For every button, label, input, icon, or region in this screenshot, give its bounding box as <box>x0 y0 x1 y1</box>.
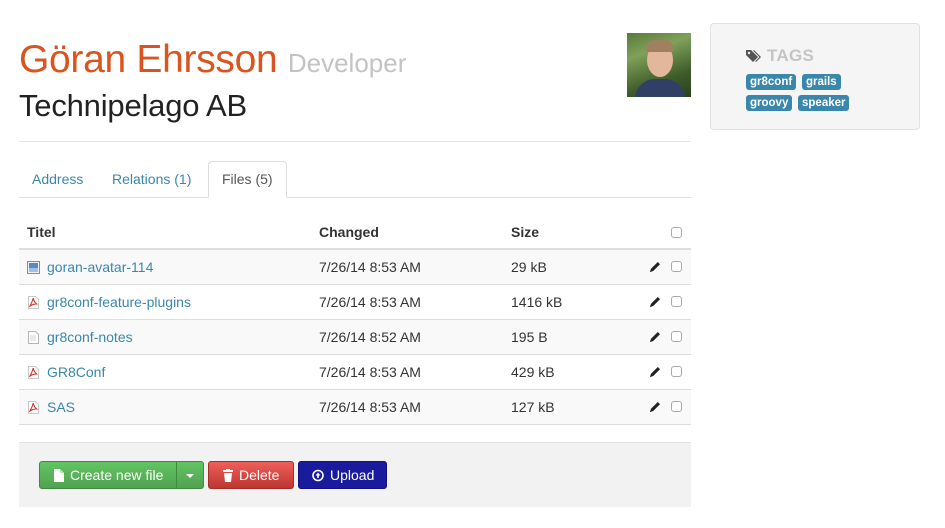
file-changed: 7/26/14 8:52 AM <box>319 329 421 345</box>
file-changed: 7/26/14 8:53 AM <box>319 294 421 310</box>
pencil-icon[interactable] <box>647 329 663 345</box>
delete-button[interactable]: Delete <box>208 461 294 489</box>
tags-icon <box>746 50 761 62</box>
column-header-size: Size <box>511 224 540 240</box>
person-role: Developer <box>287 48 407 78</box>
tag-gr8conf[interactable]: gr8conf <box>746 74 797 90</box>
file-link[interactable]: gr8conf-notes <box>47 329 133 345</box>
file-size: 127 kB <box>511 399 555 415</box>
file-size: 429 kB <box>511 364 555 380</box>
tags-heading: TAGS <box>767 46 815 65</box>
tab-address[interactable]: Address <box>19 161 96 197</box>
table-body: goran-avatar-114 7/26/14 8:53 AM 29 kB gr8c… <box>19 250 691 425</box>
pdf-file-icon <box>28 401 39 414</box>
tag-speaker[interactable]: speaker <box>798 95 850 111</box>
pencil-icon[interactable] <box>647 259 663 275</box>
row-checkbox[interactable] <box>671 401 682 412</box>
caret-down-icon <box>186 474 194 478</box>
person-name: Göran Ehrsson <box>19 38 278 81</box>
column-header-title: Titel <box>27 224 56 240</box>
trash-icon <box>223 469 233 482</box>
row-checkbox[interactable] <box>671 366 682 377</box>
divider <box>19 141 691 142</box>
table-row: GR8Conf 7/26/14 8:53 AM 429 kB <box>19 355 691 390</box>
select-all-checkbox[interactable] <box>671 227 682 238</box>
company-name: Technipelago AB <box>19 88 247 123</box>
file-changed: 7/26/14 8:53 AM <box>319 399 421 415</box>
file-size: 1416 kB <box>511 294 563 310</box>
create-dropdown-toggle[interactable] <box>176 462 203 488</box>
tab-files[interactable]: Files (5) <box>208 161 287 198</box>
tag-grails[interactable]: grails <box>802 74 841 90</box>
table-row: SAS 7/26/14 8:53 AM 127 kB <box>19 390 691 425</box>
image-file-icon <box>27 261 40 274</box>
profile-heading: Göran Ehrsson Developer <box>19 38 406 82</box>
file-link[interactable]: gr8conf-feature-plugins <box>47 294 191 310</box>
file-changed: 7/26/14 8:53 AM <box>319 259 421 275</box>
row-checkbox[interactable] <box>671 331 682 342</box>
tab-bar: Address Relations (1) Files (5) <box>19 161 691 198</box>
file-title-cell: gr8conf-notes <box>27 320 133 354</box>
column-header-changed: Changed <box>319 224 379 240</box>
delete-label: Delete <box>239 467 280 483</box>
upload-button[interactable]: Upload <box>298 461 387 489</box>
table-header: Titel Changed Size <box>19 214 691 250</box>
tag-groovy[interactable]: groovy <box>746 95 793 111</box>
pencil-icon[interactable] <box>647 364 663 380</box>
file-title-cell: SAS <box>27 390 75 424</box>
upload-label: Upload <box>330 467 375 483</box>
file-link[interactable]: SAS <box>47 399 75 415</box>
file-changed: 7/26/14 8:53 AM <box>319 364 421 380</box>
table-row: gr8conf-notes 7/26/14 8:52 AM 195 B <box>19 320 691 355</box>
avatar <box>627 33 691 97</box>
files-table: Titel Changed Size goran-avatar-114 7/26/… <box>19 214 691 425</box>
file-title-cell: gr8conf-feature-plugins <box>27 285 191 319</box>
text-file-icon <box>28 331 39 344</box>
pdf-file-icon <box>28 366 39 379</box>
file-link[interactable]: GR8Conf <box>47 364 105 380</box>
file-icon <box>54 469 64 482</box>
row-checkbox[interactable] <box>671 261 682 272</box>
pencil-icon[interactable] <box>647 399 663 415</box>
table-row: goran-avatar-114 7/26/14 8:53 AM 29 kB <box>19 250 691 285</box>
row-checkbox[interactable] <box>671 296 682 307</box>
create-new-file-label: Create new file <box>70 467 164 483</box>
file-title-cell: GR8Conf <box>27 355 105 389</box>
upload-icon <box>312 469 324 482</box>
create-new-file-button[interactable]: Create new file <box>39 461 204 489</box>
file-actions-bar: Create new file Delete Upload <box>19 442 691 507</box>
file-size: 195 B <box>511 329 548 345</box>
table-row: gr8conf-feature-plugins 7/26/14 8:53 AM 14… <box>19 285 691 320</box>
pencil-icon[interactable] <box>647 294 663 310</box>
file-size: 29 kB <box>511 259 547 275</box>
file-link[interactable]: goran-avatar-114 <box>47 259 153 275</box>
tab-relations[interactable]: Relations (1) <box>99 161 204 197</box>
tags-panel: TAGS gr8conf grails groovy speaker <box>710 23 920 130</box>
file-title-cell: goran-avatar-114 <box>27 250 153 284</box>
pdf-file-icon <box>28 296 39 309</box>
